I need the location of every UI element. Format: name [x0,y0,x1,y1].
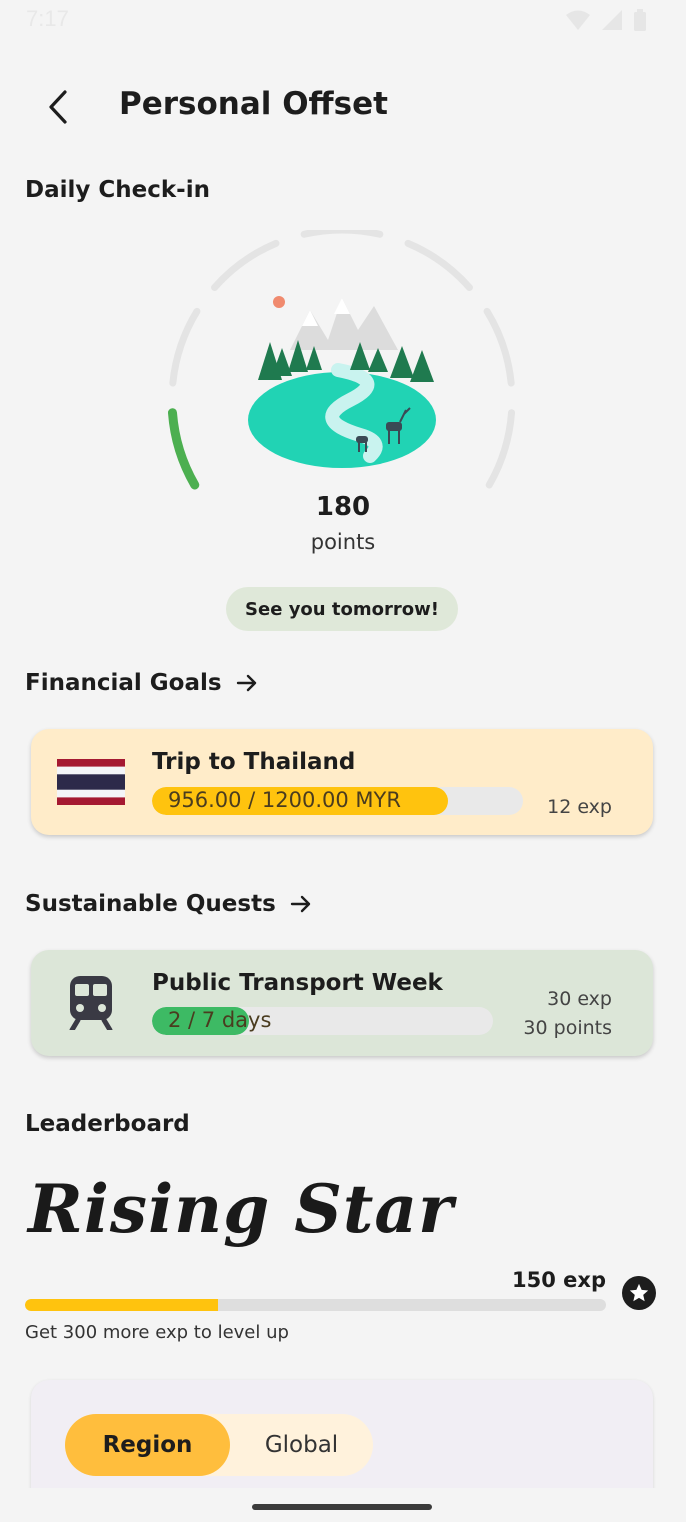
sustainable-quests-header: Sustainable Quests [25,891,312,917]
daily-checkin-label: Daily Check-in [25,177,210,203]
forest-illustration-icon [248,296,436,468]
quest-reward-points: 30 points [523,1017,612,1039]
sustainable-quests-title: Sustainable Quests [25,891,276,917]
back-arrow-icon [49,90,67,124]
checkin-segment-pending [211,239,280,292]
scope-toggle: Region Global [65,1414,373,1476]
financial-goal-card[interactable]: Trip to Thailand 956.00 / 1200.00 MYR 12… [31,729,653,835]
tab-global[interactable]: Global [230,1414,373,1476]
exp-value: 150 exp [512,1268,606,1292]
quest-progress-bar: 2 / 7 days [152,1007,493,1035]
leaderboard-header: Leaderboard [25,1111,190,1137]
quest-name: Public Transport Week [152,970,443,996]
leaderboard-title: Leaderboard [25,1111,190,1137]
levelup-hint: Get 300 more exp to level up [25,1322,289,1343]
checkin-segment-pending [404,239,473,292]
home-indicator[interactable] [252,1504,432,1510]
checkin-segment-pending [300,230,384,238]
see-you-tomorrow-button[interactable]: See you tomorrow! [226,587,458,631]
goal-name: Trip to Thailand [152,749,356,775]
checkin-progress-ring [167,230,516,490]
financial-goals-title: Financial Goals [25,670,222,696]
status-bar: 7:17 [0,0,686,40]
status-icons [566,8,646,32]
goal-reward: 12 exp [547,796,612,818]
tab-region[interactable]: Region [65,1414,230,1476]
financial-goals-arrow-icon[interactable] [236,673,258,693]
back-button[interactable] [38,84,78,130]
quest-reward-exp: 30 exp [547,988,612,1010]
checkin-points-label: points [310,530,376,554]
signal-icon [602,10,622,30]
quest-progress-text: 2 / 7 days [168,1008,272,1032]
financial-goals-header: Financial Goals [25,670,258,696]
checkin-segment-pending [485,409,516,489]
level-progress-fill [25,1299,219,1311]
page-title: Personal Offset [119,86,388,122]
thailand-flag-icon [57,759,125,805]
checkin-segment-pending [483,307,515,387]
checkin-points-value: 180 [315,492,371,522]
train-icon [69,976,113,1030]
star-icon [629,1283,649,1302]
quest-card[interactable]: Public Transport Week 2 / 7 days 30 exp … [31,950,653,1056]
wifi-icon [566,10,590,30]
goal-progress-bar: 956.00 / 1200.00 MYR [152,787,523,815]
goal-progress-text: 956.00 / 1200.00 MYR [168,788,401,812]
rank-title: Rising Star [28,1170,454,1248]
status-time: 7:17 [26,6,69,31]
level-progress-bar [25,1299,606,1311]
daily-checkin-title: Daily Check-in [25,177,210,203]
checkin-segment-complete [167,408,200,490]
level-badge [622,1276,656,1310]
battery-icon [634,9,646,31]
sustainable-quests-arrow-icon[interactable] [290,894,312,914]
checkin-segment-pending [169,307,201,387]
